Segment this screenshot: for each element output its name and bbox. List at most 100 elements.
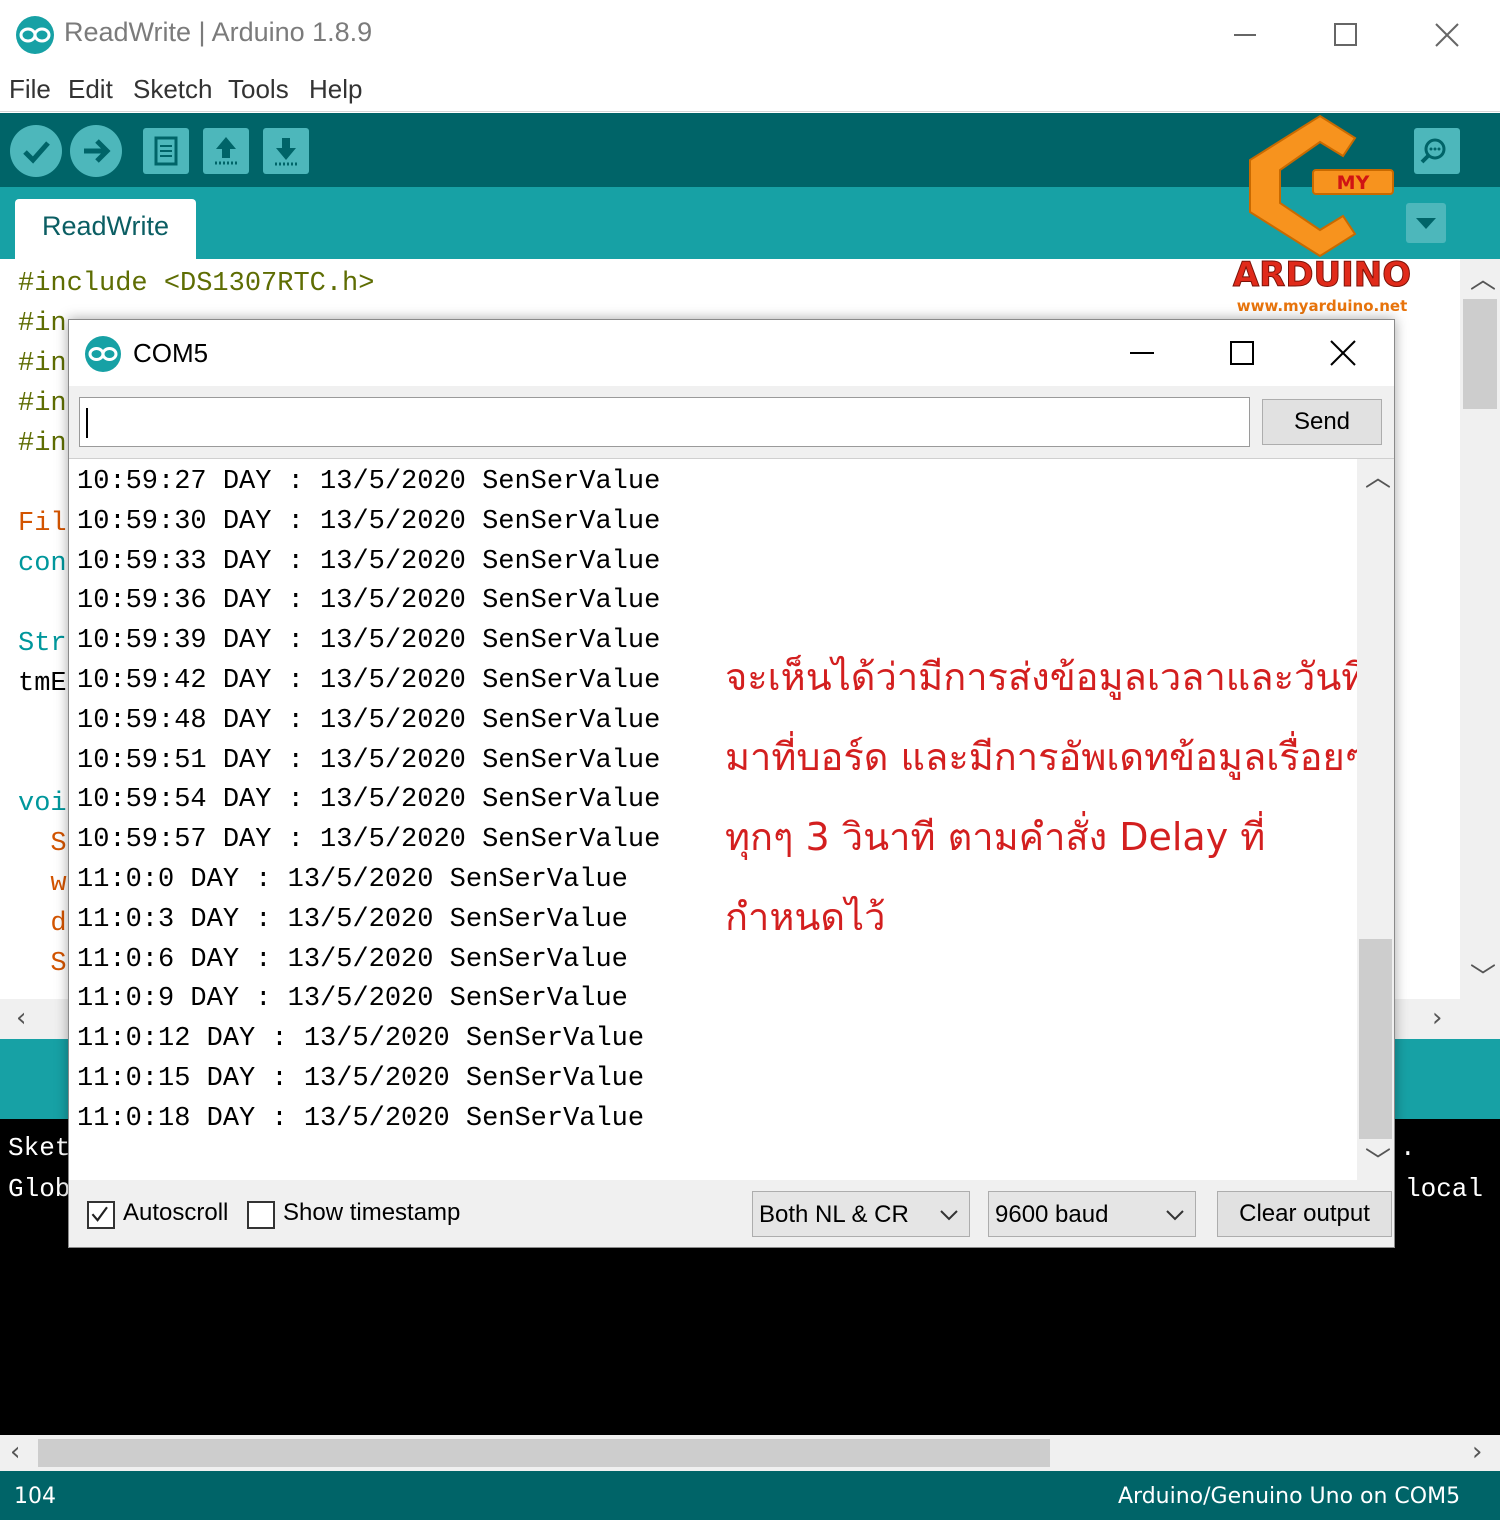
minimize-icon[interactable] (1222, 12, 1268, 58)
brand-name: ARDUINO (1233, 255, 1411, 295)
console-line: Sket (8, 1133, 71, 1163)
show-timestamp-label[interactable]: Show timestamp (283, 1199, 460, 1227)
menu-tools[interactable]: Tools (228, 74, 289, 105)
scrollbar-thumb[interactable] (1463, 299, 1497, 409)
serial-output-line: 11:0:18 DAY : 13/5/2020 SenSerValue (77, 1103, 645, 1134)
editor-vertical-scrollbar[interactable]: ︿ ﹀ (1460, 259, 1500, 999)
verify-icon (23, 141, 50, 164)
maximize-icon[interactable] (1219, 330, 1265, 376)
serial-output-line: 11:0:0 DAY : 13/5/2020 SenSerValue (77, 865, 628, 895)
serial-output[interactable]: 11:0:18 DAY : 13/5/2020 SenSerValue 11:0:… (69, 458, 1394, 1180)
serial-output-line: 10:59:39 DAY : 13/5/2020 SenSerValue (77, 626, 661, 657)
code-line: tmE (18, 669, 67, 699)
serial-output-line: 10:59:51 DAY : 13/5/2020 SenSerValue (77, 745, 661, 776)
scroll-right-icon[interactable]: › (1432, 1005, 1442, 1031)
baud-rate-value: 9600 baud (995, 1201, 1109, 1228)
scroll-left-icon[interactable]: ‹ (16, 1005, 26, 1031)
baud-rate-select[interactable]: 9600 baud (988, 1191, 1196, 1237)
annotation-line: จะเห็นได้ว่ามีการส่งข้อมูลเวลาและวันที่ (725, 655, 1367, 699)
console-line-fragment: local (1405, 1174, 1484, 1204)
serial-monitor-button[interactable] (1414, 128, 1460, 174)
line-ending-value: Both NL & CR (759, 1201, 909, 1228)
brand-url: www.myarduino.net (1237, 297, 1408, 315)
scrollbar-thumb[interactable] (1359, 939, 1392, 1139)
scroll-up-icon[interactable]: ︿ (1365, 465, 1391, 491)
serial-output-line: 10:59:30 DAY : 13/5/2020 SenSerValue (77, 506, 661, 537)
chevron-down-icon (1166, 1210, 1184, 1221)
open-button[interactable] (203, 128, 249, 174)
serial-output-line: 11:0:6 DAY : 13/5/2020 SenSerValue (77, 944, 628, 975)
status-bar: 104 Arduino/Genuino Uno on COM5 (0, 1471, 1500, 1520)
scroll-down-icon[interactable]: ﹀ (1365, 1149, 1391, 1175)
new-button[interactable] (143, 128, 189, 174)
save-button[interactable] (263, 128, 309, 174)
serial-output-line: 10:59:48 DAY : 13/5/2020 SenSerValue (77, 705, 661, 736)
autoscroll-checkbox[interactable] (87, 1201, 115, 1229)
brand-badge: MY (1337, 172, 1370, 194)
open-icon (215, 137, 237, 165)
scroll-down-icon[interactable]: ﹀ (1470, 965, 1496, 991)
serial-footer: Autoscroll Show timestamp Both NL & CR 9… (69, 1181, 1394, 1247)
clear-output-button[interactable]: Clear output (1217, 1191, 1392, 1237)
arduino-logo-icon (85, 336, 121, 372)
code-line: #include <DS1307RTC.h> (18, 269, 375, 299)
output-vertical-scrollbar[interactable]: ︿ ﹀ (1357, 459, 1394, 1180)
autoscroll-label[interactable]: Autoscroll (123, 1199, 228, 1227)
scroll-up-icon[interactable]: ︿ (1470, 267, 1496, 293)
serial-monitor-icon (1420, 138, 1446, 164)
menu-bar: File Edit Sketch Tools Help (0, 70, 1500, 112)
menu-sketch[interactable]: Sketch (133, 74, 213, 105)
tab-readwrite[interactable]: ReadWrite (15, 199, 196, 259)
serial-window-title: COM5 (133, 338, 209, 368)
code-line: #in (18, 389, 67, 419)
scroll-left-icon[interactable]: ‹ (10, 1439, 20, 1465)
annotation-line: ทุกๆ 3 วินาที ตามคำสั่ง Delay ที่ (725, 815, 1266, 859)
minimize-icon[interactable] (1119, 330, 1165, 376)
serial-output-line: 10:59:42 DAY : 13/5/2020 SenSerValue (77, 666, 661, 696)
title-bar: ReadWrite | Arduino 1.8.9 (0, 0, 1500, 70)
serial-output-line: 10:59:33 DAY : 13/5/2020 SenSerValue (77, 546, 661, 577)
close-icon[interactable] (1424, 12, 1470, 58)
code-line: #in (18, 349, 67, 379)
code-line: con (18, 549, 67, 579)
code-line: #in (18, 309, 67, 339)
annotation-line: มาที่บอร์ด และมีการอัพเดทข้อมูลเรื่อยๆ (725, 735, 1366, 779)
menu-edit[interactable]: Edit (68, 74, 113, 105)
serial-monitor-window: COM5 Send 11:0:18 DAY : 13/5/2020 SenSer… (68, 319, 1395, 1248)
code-line: voi (18, 789, 67, 819)
myarduino-watermark: MY ARDUINO www.myarduino.net (1225, 108, 1420, 323)
verify-button[interactable] (10, 125, 62, 177)
menu-help[interactable]: Help (309, 74, 362, 105)
annotation-text: จะเห็นได้ว่ามีการส่งข้อมูลเวลาและวันที่ … (725, 637, 1367, 957)
serial-send-input[interactable] (79, 397, 1250, 447)
window-title: ReadWrite | Arduino 1.8.9 (64, 17, 373, 47)
console-line-fragment: . (1400, 1133, 1416, 1163)
upload-icon (84, 139, 111, 163)
serial-title-bar: COM5 (69, 320, 1394, 386)
serial-output-line: 11:0:15 DAY : 13/5/2020 SenSerValue (77, 1064, 645, 1094)
code-line: S (18, 829, 67, 859)
myarduino-logo-icon: MY ARDUINO www.myarduino.net (1232, 114, 1412, 315)
scrollbar-thumb[interactable] (38, 1439, 1050, 1467)
code-line: S (18, 949, 67, 979)
arduino-logo-icon (16, 16, 54, 54)
save-icon (275, 138, 297, 166)
close-icon[interactable] (1320, 330, 1366, 376)
code-line: Fil (18, 509, 67, 539)
maximize-icon[interactable] (1322, 12, 1368, 58)
send-button[interactable]: Send (1262, 399, 1382, 445)
line-ending-select[interactable]: Both NL & CR (752, 1191, 970, 1237)
code-line: #in (18, 429, 67, 459)
serial-output-line: 11:0:3 DAY : 13/5/2020 SenSerValue (77, 904, 628, 935)
chevron-down-icon (940, 1210, 958, 1221)
checkmark-icon (91, 1206, 108, 1222)
menu-file[interactable]: File (9, 74, 51, 105)
serial-output-line: 10:59:27 DAY : 13/5/2020 SenSerValue (77, 467, 661, 497)
annotation-line: กำหนดไว้ (725, 895, 886, 939)
console-horizontal-scrollbar[interactable]: ‹ › (0, 1435, 1500, 1471)
serial-output-line: 10:59:36 DAY : 13/5/2020 SenSerValue (77, 586, 661, 617)
new-icon (154, 136, 178, 166)
show-timestamp-checkbox[interactable] (247, 1201, 275, 1229)
upload-button[interactable] (70, 125, 122, 177)
scroll-right-icon[interactable]: › (1472, 1439, 1482, 1465)
